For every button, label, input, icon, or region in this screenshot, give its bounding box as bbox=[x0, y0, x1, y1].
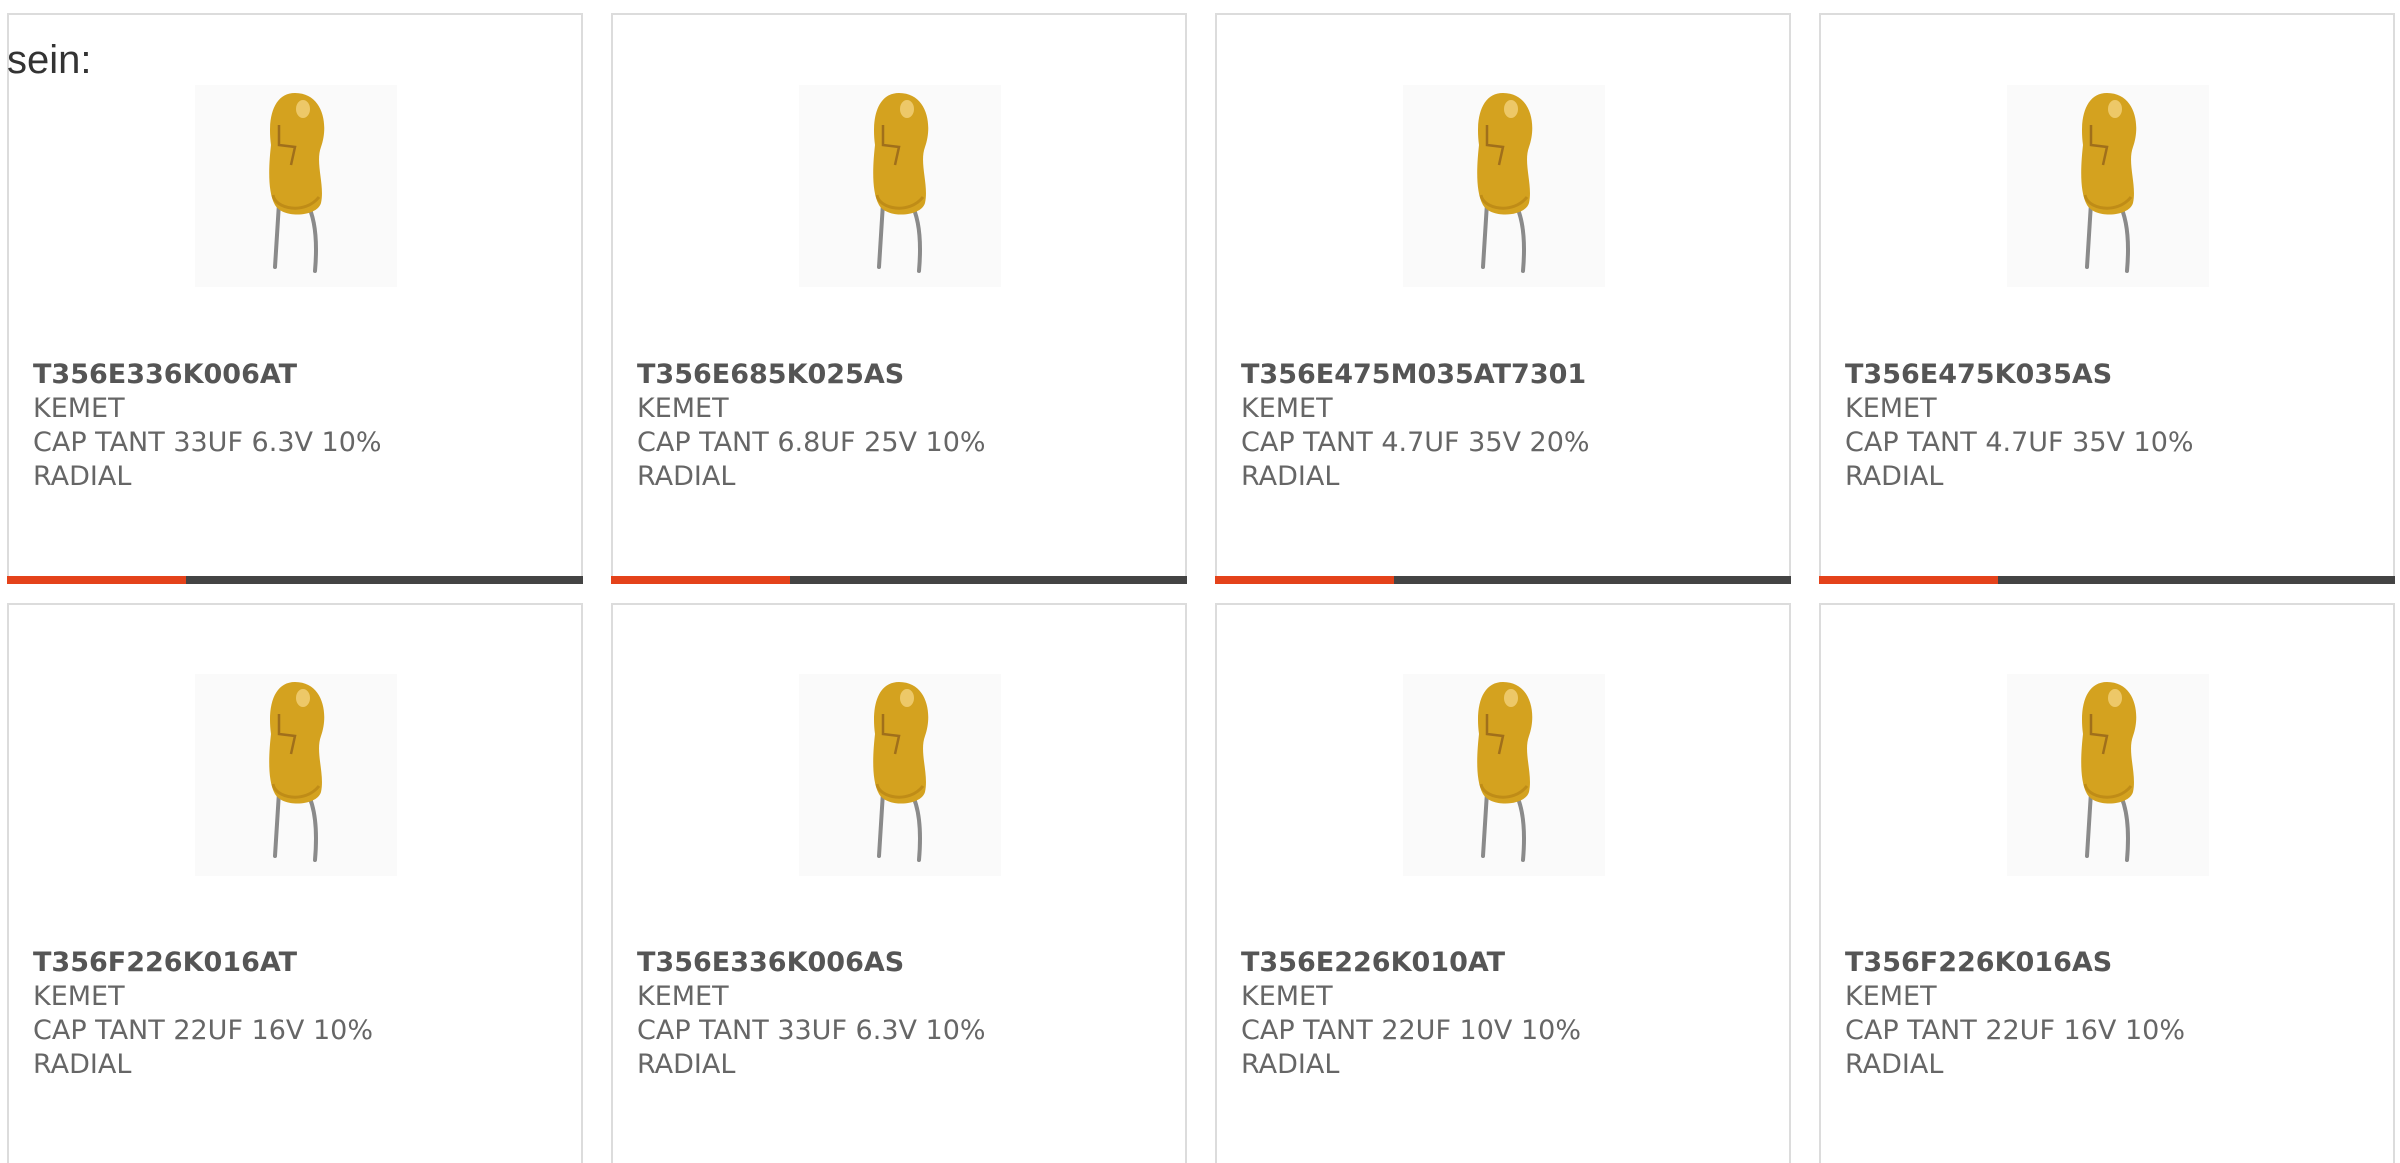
card-progress-fill bbox=[7, 576, 186, 584]
product-card[interactable]: T356E226K010AT KEMET CAP TANT 22UF 10V 10%… bbox=[1215, 603, 1791, 1163]
part-number-link[interactable]: T356E475K035AS bbox=[1845, 358, 2383, 392]
product-image[interactable] bbox=[1403, 674, 1605, 876]
mounting-type-label: RADIAL bbox=[1241, 461, 1340, 492]
card-progress-fill bbox=[1215, 576, 1394, 584]
tantalum-capacitor-icon bbox=[195, 674, 397, 876]
product-card[interactable]: T356E475K035AS KEMET CAP TANT 4.7UF 35V 10… bbox=[1819, 13, 2395, 584]
manufacturer-label: KEMET bbox=[33, 981, 125, 1012]
product-grid-page: sein: T356E336K006AT KEMET CAP TANT 33UF 6… bbox=[0, 0, 2400, 1163]
product-description: CAP TANT 4.7UF 35V 10% bbox=[1845, 427, 2194, 458]
mounting-type-label: RADIAL bbox=[1845, 1049, 1944, 1080]
product-info: T356E336K006AT KEMET CAP TANT 33UF 6.3V 10… bbox=[33, 358, 571, 494]
tantalum-capacitor-icon bbox=[2007, 674, 2209, 876]
product-description: CAP TANT 33UF 6.3V 10% bbox=[33, 427, 382, 458]
tantalum-capacitor-icon bbox=[1403, 674, 1605, 876]
product-image[interactable] bbox=[799, 85, 1001, 287]
mounting-type-label: RADIAL bbox=[33, 1049, 132, 1080]
tantalum-capacitor-icon bbox=[2007, 85, 2209, 287]
card-progress-bar bbox=[7, 576, 583, 584]
mounting-type-label: RADIAL bbox=[33, 461, 132, 492]
card-progress-fill bbox=[1819, 576, 1998, 584]
product-card[interactable]: T356F226K016AT KEMET CAP TANT 22UF 16V 10%… bbox=[7, 603, 583, 1163]
tantalum-capacitor-icon bbox=[799, 674, 1001, 876]
intro-text: sein: bbox=[7, 38, 92, 82]
product-description: CAP TANT 6.8UF 25V 10% bbox=[637, 427, 986, 458]
product-description: CAP TANT 33UF 6.3V 10% bbox=[637, 1015, 986, 1046]
product-image[interactable] bbox=[195, 674, 397, 876]
manufacturer-label: KEMET bbox=[1845, 981, 1937, 1012]
product-info: T356F226K016AT KEMET CAP TANT 22UF 16V 10%… bbox=[33, 946, 571, 1082]
product-image[interactable] bbox=[799, 674, 1001, 876]
product-info: T356F226K016AS KEMET CAP TANT 22UF 16V 10%… bbox=[1845, 946, 2383, 1082]
card-progress-bar bbox=[1819, 576, 2395, 584]
mounting-type-label: RADIAL bbox=[1241, 1049, 1340, 1080]
product-card[interactable]: T356E475M035AT7301 KEMET CAP TANT 4.7UF 35… bbox=[1215, 13, 1791, 584]
product-card[interactable]: T356F226K016AS KEMET CAP TANT 22UF 16V 10%… bbox=[1819, 603, 2395, 1163]
part-number-link[interactable]: T356E336K006AS bbox=[637, 946, 1175, 980]
mounting-type-label: RADIAL bbox=[1845, 461, 1944, 492]
part-number-link[interactable]: T356E336K006AT bbox=[33, 358, 571, 392]
product-description: CAP TANT 22UF 10V 10% bbox=[1241, 1015, 1581, 1046]
tantalum-capacitor-icon bbox=[799, 85, 1001, 287]
product-description: CAP TANT 22UF 16V 10% bbox=[1845, 1015, 2185, 1046]
part-number-link[interactable]: T356F226K016AT bbox=[33, 946, 571, 980]
product-card[interactable]: T356E685K025AS KEMET CAP TANT 6.8UF 25V 10… bbox=[611, 13, 1187, 584]
product-info: T356E336K006AS KEMET CAP TANT 33UF 6.3V 10… bbox=[637, 946, 1175, 1082]
manufacturer-label: KEMET bbox=[637, 393, 729, 424]
manufacturer-label: KEMET bbox=[1241, 393, 1333, 424]
product-image[interactable] bbox=[195, 85, 397, 287]
mounting-type-label: RADIAL bbox=[637, 461, 736, 492]
part-number-link[interactable]: T356F226K016AS bbox=[1845, 946, 2383, 980]
card-progress-bar bbox=[611, 576, 1187, 584]
part-number-link[interactable]: T356E685K025AS bbox=[637, 358, 1175, 392]
card-progress-bar bbox=[1215, 576, 1791, 584]
product-image[interactable] bbox=[2007, 674, 2209, 876]
manufacturer-label: KEMET bbox=[33, 393, 125, 424]
part-number-link[interactable]: T356E226K010AT bbox=[1241, 946, 1779, 980]
manufacturer-label: KEMET bbox=[637, 981, 729, 1012]
tantalum-capacitor-icon bbox=[1403, 85, 1605, 287]
product-card[interactable]: T356E336K006AS KEMET CAP TANT 33UF 6.3V 10… bbox=[611, 603, 1187, 1163]
manufacturer-label: KEMET bbox=[1845, 393, 1937, 424]
product-description: CAP TANT 4.7UF 35V 20% bbox=[1241, 427, 1590, 458]
mounting-type-label: RADIAL bbox=[637, 1049, 736, 1080]
product-info: T356E475M035AT7301 KEMET CAP TANT 4.7UF 35… bbox=[1241, 358, 1779, 494]
product-card[interactable]: T356E336K006AT KEMET CAP TANT 33UF 6.3V 10… bbox=[7, 13, 583, 584]
product-info: T356E475K035AS KEMET CAP TANT 4.7UF 35V 10… bbox=[1845, 358, 2383, 494]
product-info: T356E685K025AS KEMET CAP TANT 6.8UF 25V 10… bbox=[637, 358, 1175, 494]
product-image[interactable] bbox=[1403, 85, 1605, 287]
manufacturer-label: KEMET bbox=[1241, 981, 1333, 1012]
product-info: T356E226K010AT KEMET CAP TANT 22UF 10V 10%… bbox=[1241, 946, 1779, 1082]
card-progress-fill bbox=[611, 576, 790, 584]
product-image[interactable] bbox=[2007, 85, 2209, 287]
part-number-link[interactable]: T356E475M035AT7301 bbox=[1241, 358, 1779, 392]
tantalum-capacitor-icon bbox=[195, 85, 397, 287]
product-description: CAP TANT 22UF 16V 10% bbox=[33, 1015, 373, 1046]
